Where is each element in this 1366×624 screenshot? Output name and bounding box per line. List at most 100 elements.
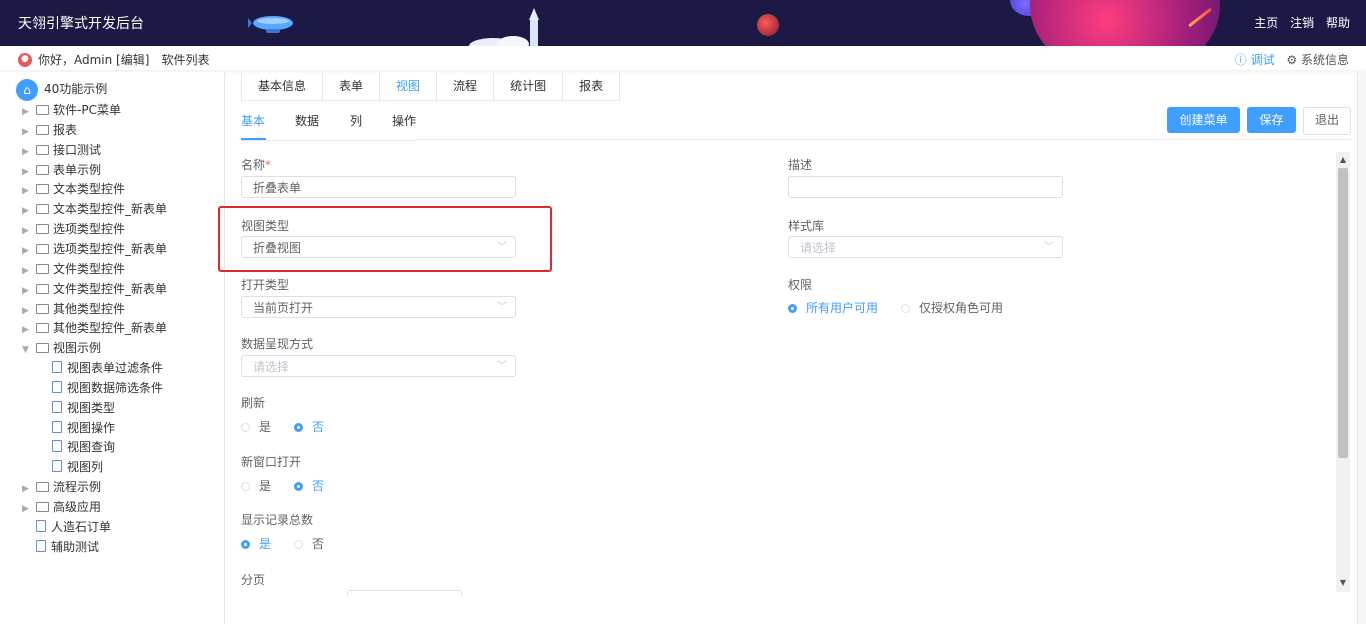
tab-basic-info[interactable]: 基本信息 xyxy=(242,72,324,100)
nav-home-link[interactable]: 主页 xyxy=(1254,16,1278,30)
folder-icon xyxy=(36,224,49,235)
tree-item-label: 视图查询 xyxy=(67,440,116,455)
caret-right-icon[interactable]: ▶ xyxy=(22,480,32,498)
folder-icon xyxy=(36,323,49,334)
tree-item[interactable]: 视图数据筛选条件 xyxy=(50,379,163,397)
caret-right-icon[interactable]: ▶ xyxy=(22,123,32,141)
caret-right-icon[interactable]: ▶ xyxy=(22,262,32,280)
permission-authorized-roles-radio[interactable]: 仅授权角色可用 xyxy=(901,299,1003,316)
nav-logout-link[interactable]: 注销 xyxy=(1290,16,1314,30)
tree-item-label: 人造石订单 xyxy=(51,519,112,534)
permission-all-users-radio[interactable]: 所有用户可用 xyxy=(788,299,878,316)
new-window-no-radio[interactable]: 否 xyxy=(294,477,324,494)
subtab-active-indicator xyxy=(241,138,266,140)
tree-item[interactable]: 辅助测试 xyxy=(34,538,99,556)
tree-item[interactable]: ▶ 高级应用 xyxy=(22,498,101,516)
subtab-actions[interactable]: 操作 xyxy=(392,112,416,129)
scrollbar-thumb[interactable] xyxy=(1338,168,1348,458)
tree-item-label: 其他类型控件 xyxy=(53,301,126,316)
document-icon xyxy=(52,440,62,453)
tree-item[interactable]: ▶ 文本类型控件 xyxy=(22,180,125,198)
document-icon xyxy=(36,539,46,552)
create-menu-button[interactable]: 创建菜单 xyxy=(1167,107,1240,133)
tree-item[interactable]: 视图表单过滤条件 xyxy=(50,359,163,377)
tree-item[interactable]: ▶ 选项类型控件_新表单 xyxy=(22,240,167,258)
tree-item[interactable]: ▶ 流程示例 xyxy=(22,478,101,496)
caret-down-icon[interactable]: ▼ xyxy=(22,341,32,359)
paging-input[interactable] xyxy=(347,590,462,596)
document-icon xyxy=(52,361,62,374)
refresh-yes-radio[interactable]: 是 xyxy=(241,418,271,435)
name-input[interactable]: 折叠表单 xyxy=(241,176,516,198)
tree-item[interactable]: ▼ 视图示例 xyxy=(22,339,101,357)
tree-item[interactable]: ▶ 报表 xyxy=(22,121,77,139)
tree-item-label: 文件类型控件_新表单 xyxy=(53,281,168,296)
refresh-no-radio[interactable]: 否 xyxy=(294,418,324,435)
tree-item[interactable]: ▶ 表单示例 xyxy=(22,161,101,179)
tree-item-label: 软件-PC菜单 xyxy=(53,103,121,117)
tree-item[interactable]: 视图列 xyxy=(50,458,103,476)
caret-right-icon[interactable]: ▶ xyxy=(22,282,32,300)
subtab-columns[interactable]: 列 xyxy=(350,112,362,129)
nav-help-link[interactable]: 帮助 xyxy=(1326,16,1350,30)
tree-root-label: 40功能示例 xyxy=(44,82,108,96)
tab-form[interactable]: 表单 xyxy=(323,72,381,100)
tree-item[interactable]: ▶ 文本类型控件_新表单 xyxy=(22,200,167,218)
caret-right-icon[interactable]: ▶ xyxy=(22,500,32,518)
display-mode-select[interactable]: 请选择 ﹀ xyxy=(241,355,516,377)
greeting-text[interactable]: 你好，Admin [编辑] xyxy=(38,53,149,67)
tree-root[interactable]: ⌂ 40功能示例 xyxy=(16,78,108,101)
show-count-no-radio[interactable]: 否 xyxy=(294,535,324,552)
system-info-link[interactable]: ⚙ 系统信息 xyxy=(1286,53,1349,67)
caret-right-icon[interactable]: ▶ xyxy=(22,302,32,320)
description-input[interactable] xyxy=(788,176,1063,198)
caret-right-icon[interactable]: ▶ xyxy=(22,242,32,260)
tree-item[interactable]: ▶ 文件类型控件_新表单 xyxy=(22,280,167,298)
document-icon xyxy=(52,400,62,413)
document-icon xyxy=(52,420,62,433)
folder-icon xyxy=(36,482,49,493)
tree-item[interactable]: 视图类型 xyxy=(50,399,115,417)
show-count-yes-radio[interactable]: 是 xyxy=(241,535,271,552)
save-button[interactable]: 保存 xyxy=(1247,107,1296,133)
caret-right-icon[interactable]: ▶ xyxy=(22,222,32,240)
caret-right-icon[interactable]: ▶ xyxy=(22,103,32,121)
tree-item[interactable]: 人造石订单 xyxy=(34,518,111,536)
subtab-basic[interactable]: 基本 xyxy=(241,112,265,129)
folder-icon xyxy=(36,243,49,254)
debug-link[interactable]: ⓘ 调试 xyxy=(1235,53,1275,67)
scroll-up-arrow-icon[interactable]: ▲ xyxy=(1338,155,1348,164)
tab-flow[interactable]: 流程 xyxy=(437,72,495,100)
exit-button[interactable]: 退出 xyxy=(1303,107,1351,135)
show-count-label: 显示记录总数 xyxy=(241,513,314,527)
tree-item[interactable]: ▶ 软件-PC菜单 xyxy=(22,101,121,119)
tab-chart[interactable]: 统计图 xyxy=(494,72,564,100)
display-mode-label: 数据呈现方式 xyxy=(241,337,314,351)
caret-right-icon[interactable]: ▶ xyxy=(22,321,32,339)
tower-illustration xyxy=(469,8,539,46)
caret-right-icon[interactable]: ▶ xyxy=(22,163,32,181)
style-library-select[interactable]: 请选择 ﹀ xyxy=(788,236,1063,258)
tree-item[interactable]: ▶ 其他类型控件_新表单 xyxy=(22,319,167,337)
tree-item[interactable]: ▶ 其他类型控件 xyxy=(22,300,125,318)
tab-report[interactable]: 报表 xyxy=(563,72,619,100)
new-window-yes-radio[interactable]: 是 xyxy=(241,477,271,494)
caret-right-icon[interactable]: ▶ xyxy=(22,143,32,161)
software-list-link[interactable]: 软件列表 xyxy=(161,53,209,67)
tree-item[interactable]: ▶ 选项类型控件 xyxy=(22,220,125,238)
caret-right-icon[interactable]: ▶ xyxy=(22,202,32,220)
tree-item-label: 高级应用 xyxy=(53,500,102,514)
tree-item[interactable]: 视图查询 xyxy=(50,438,115,456)
subtab-data[interactable]: 数据 xyxy=(295,112,319,129)
caret-right-icon[interactable]: ▶ xyxy=(22,182,32,200)
tab-view[interactable]: 视图 xyxy=(380,72,438,100)
tree-item[interactable]: ▶ 接口测试 xyxy=(22,141,101,159)
tree-item[interactable]: 视图操作 xyxy=(50,419,115,437)
folder-open-icon xyxy=(36,343,49,354)
tree-item[interactable]: ▶ 文件类型控件 xyxy=(22,260,125,278)
top-header: 天翎引擎式开发后台 主页 注销 帮助 xyxy=(0,0,1366,46)
scroll-down-arrow-icon[interactable]: ▼ xyxy=(1338,578,1348,587)
tree-item-label: 表单示例 xyxy=(53,162,102,177)
open-type-select[interactable]: 当前页打开 ﹀ xyxy=(241,296,516,318)
app-title: 天翎引擎式开发后台 xyxy=(18,16,144,32)
